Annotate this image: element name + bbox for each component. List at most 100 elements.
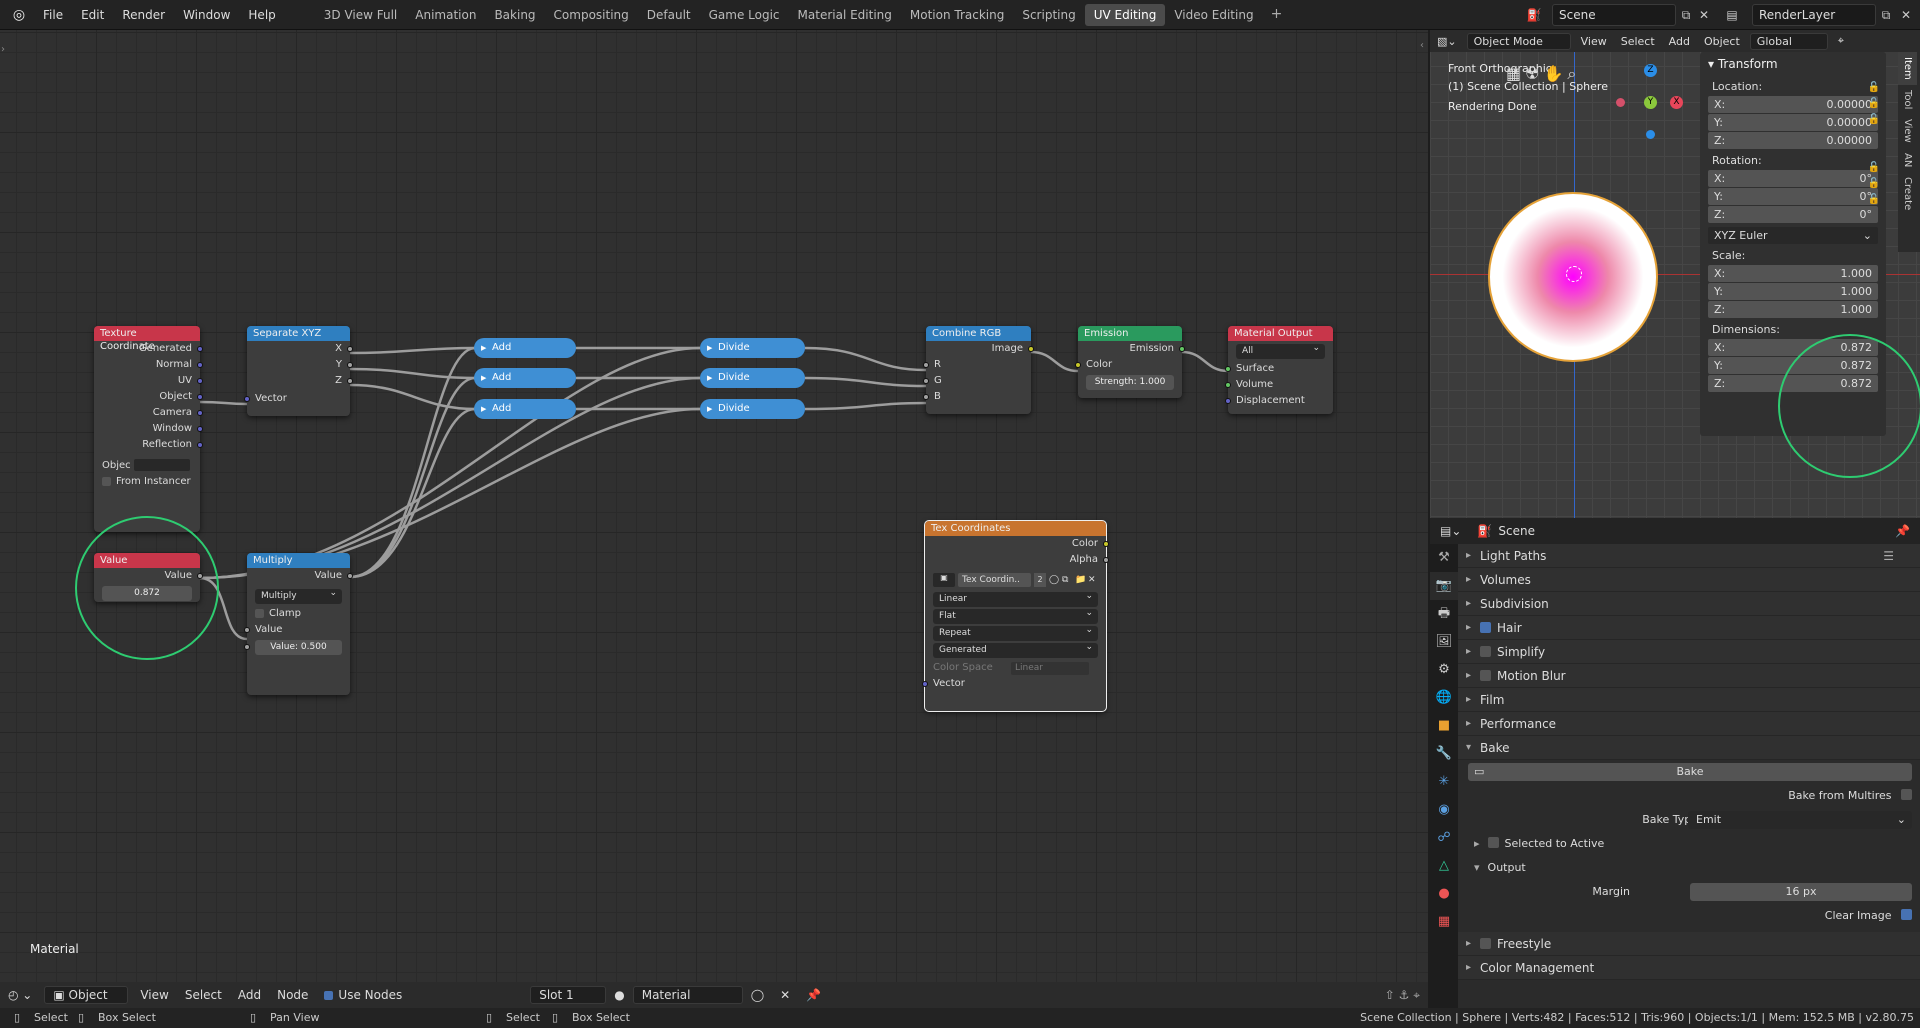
view-layer-selector[interactable]: RenderLayer bbox=[1752, 4, 1876, 26]
blender-logo-icon[interactable]: ◎ bbox=[8, 7, 30, 23]
section-film[interactable]: Film bbox=[1458, 688, 1920, 712]
simplify-checkbox[interactable] bbox=[1480, 646, 1491, 657]
menu-edit[interactable]: Edit bbox=[72, 8, 113, 22]
section-simplify[interactable]: Simplify bbox=[1458, 640, 1920, 664]
node-texture-coordinate[interactable]: Texture Coordinate Generated Normal UV O… bbox=[94, 326, 203, 532]
input-vector[interactable]: Vector bbox=[244, 391, 350, 407]
editor-type-icon[interactable]: ◴ ⌄ bbox=[0, 988, 40, 1002]
material-icon[interactable]: ● bbox=[1430, 880, 1458, 908]
input-surface[interactable]: Surface bbox=[1225, 361, 1333, 377]
output-window[interactable]: Window bbox=[94, 421, 203, 437]
location-x[interactable]: X: 0.00000 bbox=[1708, 96, 1878, 113]
view-layer-icon[interactable]: ▤ bbox=[1722, 5, 1742, 25]
shader-type-dropdown[interactable]: ▣ Object bbox=[44, 986, 129, 1004]
transform-title[interactable]: ▾ Transform bbox=[1700, 52, 1886, 76]
socket[interactable] bbox=[197, 378, 203, 384]
menu-view[interactable]: View bbox=[1574, 33, 1614, 50]
node-image-texture[interactable]: Tex Coordinates Color Alpha ▣ Tex Coordi… bbox=[922, 520, 1109, 712]
tab-video-editing[interactable]: Video Editing bbox=[1165, 4, 1262, 26]
tab-view[interactable]: View bbox=[1898, 114, 1917, 148]
pin-icon[interactable]: 📌 bbox=[1895, 524, 1920, 538]
interpolation-dropdown[interactable]: Linear bbox=[933, 589, 1098, 607]
use-nodes-toggle[interactable]: Use Nodes bbox=[316, 988, 410, 1002]
texture-icon[interactable]: ▦ bbox=[1430, 908, 1458, 936]
fake-user-icon[interactable]: ◯ bbox=[743, 988, 772, 1002]
node-emission[interactable]: Emission Emission Color Strength: 1.000 bbox=[1075, 326, 1185, 398]
menu-render[interactable]: Render bbox=[113, 8, 174, 22]
output-uv[interactable]: UV bbox=[94, 373, 203, 389]
socket[interactable] bbox=[347, 378, 353, 384]
image-name[interactable]: Tex Coordin.. bbox=[958, 573, 1031, 587]
menu-add[interactable]: Add bbox=[1662, 33, 1697, 50]
node-divide-1[interactable]: Divide bbox=[700, 338, 805, 358]
node-add-3[interactable]: Add bbox=[474, 399, 576, 419]
socket[interactable] bbox=[197, 410, 203, 416]
delete-scene-icon[interactable]: ✕ bbox=[1694, 5, 1714, 25]
gizmo-z-axis[interactable]: Z bbox=[1644, 64, 1657, 77]
view-navigation-icons[interactable]: ▦☢✋⌕ bbox=[1506, 64, 1580, 84]
bake-button[interactable]: ▭ Bake bbox=[1468, 763, 1912, 781]
fake-user-icon[interactable]: ◯ bbox=[1049, 575, 1059, 585]
operation-dropdown[interactable]: Multiply bbox=[255, 586, 342, 604]
hair-checkbox[interactable] bbox=[1480, 622, 1491, 633]
editor-type-icon[interactable]: ▤⌄ bbox=[1430, 524, 1471, 538]
output-alpha[interactable]: Alpha bbox=[925, 552, 1109, 568]
toolbar-expand-icon[interactable]: › bbox=[1, 44, 5, 55]
socket[interactable] bbox=[923, 378, 929, 384]
rotation-y[interactable]: Y: 0° bbox=[1708, 188, 1878, 205]
menu-file[interactable]: File bbox=[34, 8, 72, 22]
tab-an[interactable]: AN bbox=[1898, 148, 1917, 172]
socket[interactable] bbox=[197, 426, 203, 432]
gizmo-neg-z[interactable] bbox=[1646, 130, 1655, 139]
clear-image-row[interactable]: Clear Image bbox=[1458, 904, 1920, 928]
gizmo-y-axis[interactable]: Y bbox=[1644, 96, 1657, 109]
socket[interactable] bbox=[347, 573, 353, 579]
bake-type-dropdown[interactable]: Emit ⌄ bbox=[1688, 811, 1912, 829]
tool-icon[interactable]: ⚒ bbox=[1430, 544, 1458, 572]
data-icon[interactable]: △ bbox=[1430, 852, 1458, 880]
input-displacement[interactable]: Displacement bbox=[1225, 393, 1333, 409]
section-light-paths[interactable]: Light Paths ☰ bbox=[1458, 544, 1920, 568]
output-color[interactable]: Color bbox=[925, 536, 1109, 552]
tab-create[interactable]: Create bbox=[1898, 172, 1917, 215]
delete-view-layer-icon[interactable]: ✕ bbox=[1896, 5, 1916, 25]
tab-compositing[interactable]: Compositing bbox=[545, 4, 638, 26]
scene-icon[interactable]: ⛽ bbox=[1524, 5, 1544, 25]
socket[interactable] bbox=[923, 394, 929, 400]
menu-select[interactable]: Select bbox=[177, 988, 230, 1002]
socket[interactable] bbox=[197, 346, 203, 352]
socket[interactable] bbox=[197, 362, 203, 368]
output-y[interactable]: Y bbox=[247, 357, 353, 373]
checkbox[interactable] bbox=[255, 608, 264, 618]
freestyle-checkbox[interactable] bbox=[1480, 938, 1491, 949]
section-motion-blur[interactable]: Motion Blur bbox=[1458, 664, 1920, 688]
open-folder-icon[interactable]: 📁 bbox=[1075, 575, 1086, 585]
particles-icon[interactable]: ✳ bbox=[1430, 768, 1458, 796]
physics-icon[interactable]: ◉ bbox=[1430, 796, 1458, 824]
socket[interactable] bbox=[922, 681, 928, 687]
duplicate-icon[interactable]: ⧉ bbox=[1062, 575, 1072, 585]
image-browse-icon[interactable]: ▣ bbox=[933, 573, 955, 587]
selected-to-active-checkbox[interactable] bbox=[1487, 837, 1499, 848]
input-g[interactable]: G bbox=[923, 373, 1031, 389]
gizmo-neg-x[interactable] bbox=[1616, 98, 1625, 107]
scene-selector[interactable]: Scene bbox=[1552, 4, 1676, 26]
output-subpanel[interactable]: ▾ Output bbox=[1458, 856, 1920, 880]
3d-cursor-icon[interactable] bbox=[1566, 266, 1582, 282]
scale-y[interactable]: Y: 1.000 bbox=[1708, 283, 1878, 300]
view-layer-icon[interactable]: 🖼 bbox=[1430, 628, 1458, 656]
node-divide-2[interactable]: Divide bbox=[700, 368, 805, 388]
location-z[interactable]: Z: 0.00000 bbox=[1708, 132, 1878, 149]
clear-image-checkbox[interactable] bbox=[1901, 909, 1912, 920]
input-value-1[interactable]: Value bbox=[244, 622, 350, 638]
section-hair[interactable]: Hair bbox=[1458, 616, 1920, 640]
pin-icon[interactable]: 📌 bbox=[798, 988, 829, 1002]
world-icon[interactable]: 🌐 bbox=[1430, 684, 1458, 712]
rotation-z[interactable]: Z: 0° bbox=[1708, 206, 1878, 223]
node-add-1[interactable]: Add bbox=[474, 338, 576, 358]
extension-dropdown[interactable]: Repeat bbox=[933, 623, 1098, 641]
rotation-x[interactable]: X: 0° bbox=[1708, 170, 1878, 187]
unlink-icon[interactable]: ✕ bbox=[1088, 575, 1098, 585]
output-z[interactable]: Z bbox=[247, 373, 353, 389]
socket[interactable] bbox=[197, 394, 203, 400]
